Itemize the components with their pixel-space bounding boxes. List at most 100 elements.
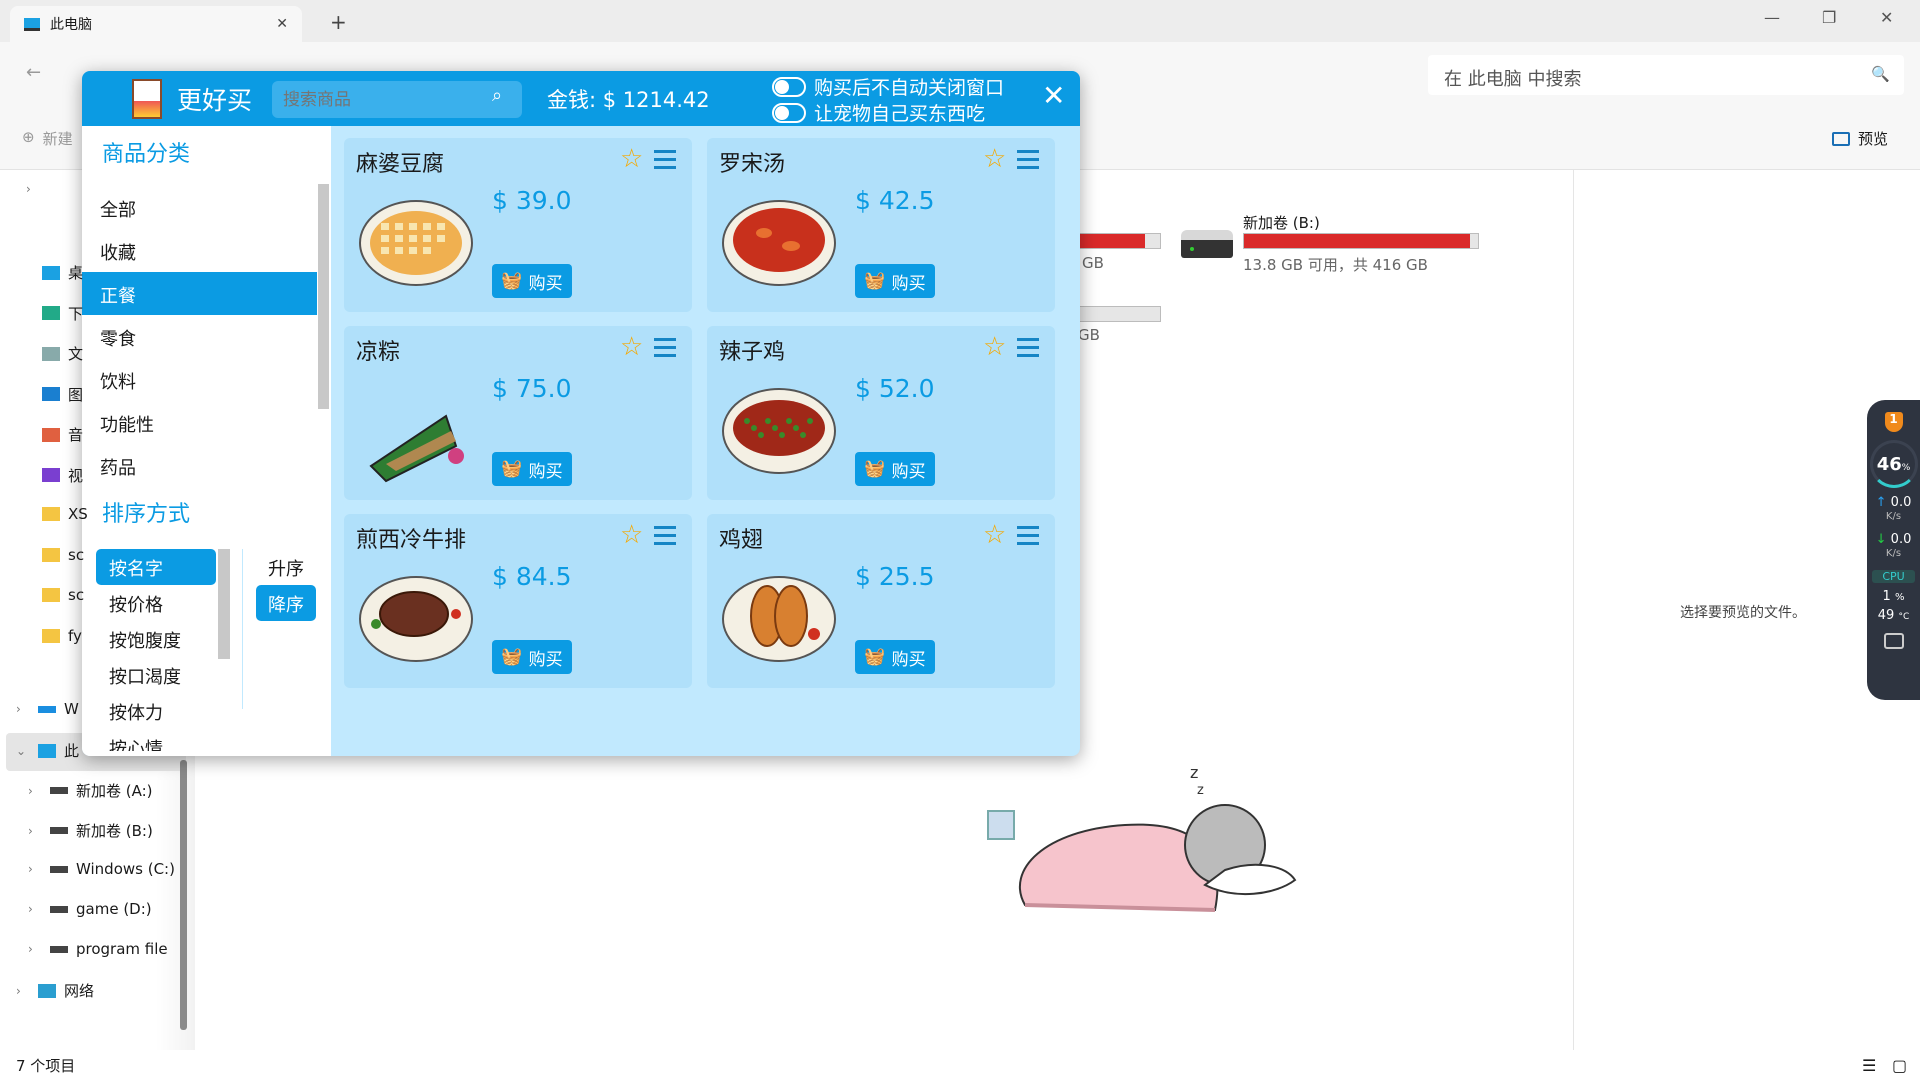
category-item[interactable]: 药品 (82, 444, 317, 487)
sort-option[interactable]: 按心情 (96, 729, 216, 751)
tree-item-label: 新加卷 (A:) (76, 782, 153, 800)
chevron-right-icon[interactable]: › (26, 182, 31, 196)
buy-button[interactable]: 🧺 购买 (855, 452, 935, 486)
tree-item[interactable]: XS (42, 505, 88, 523)
sort-option[interactable]: 按体力 (96, 693, 216, 729)
toggle-label: 购买后不自动关闭窗口 (814, 77, 1005, 99)
sort-option[interactable]: 按口渴度 (96, 657, 216, 693)
close-icon[interactable]: ✕ (1042, 79, 1065, 112)
tree-scrollbar[interactable] (180, 760, 187, 1030)
money-display: 金钱: $ 1214.42 (547, 88, 710, 112)
menu-icon[interactable] (1017, 150, 1039, 174)
chevron-right-icon[interactable]: › (16, 702, 30, 716)
system-monitor-widget[interactable]: 1 46% ↑ 0.0 K/s ↓ 0.0 K/s CPU 1 % 49 °C (1867, 400, 1920, 700)
favorite-star-icon[interactable]: ☆ (983, 520, 1006, 550)
food-image-steak (359, 576, 473, 662)
buy-button[interactable]: 🧺 购买 (492, 264, 572, 298)
tree-item[interactable]: › Windows (C:) (28, 860, 175, 878)
favorite-star-icon[interactable]: ☆ (983, 332, 1006, 362)
menu-icon[interactable] (654, 338, 676, 362)
favorite-star-icon[interactable]: ☆ (620, 520, 643, 550)
tree-item[interactable]: › 网络 (16, 980, 94, 1001)
preview-button[interactable]: 预览 (1832, 128, 1888, 149)
chevron-right-icon[interactable]: › (16, 984, 30, 998)
sleep-z-icon: z (1197, 783, 1204, 798)
sort-option[interactable]: 按名字 (96, 549, 216, 585)
chevron-right-icon[interactable]: › (28, 824, 42, 838)
buy-button[interactable]: 🧺 购买 (855, 640, 935, 674)
shop-search-input[interactable] (272, 81, 522, 118)
chevron-right-icon[interactable]: › (28, 862, 42, 876)
back-button[interactable]: ← (26, 62, 41, 83)
sort-header: 排序方式 (102, 502, 191, 527)
tree-item[interactable]: 图 (42, 384, 83, 405)
cpu-unit: % (1894, 592, 1905, 603)
category-item[interactable]: 零食 (82, 315, 317, 358)
pet-self-buy-toggle[interactable] (772, 103, 806, 123)
badge: 1 (1889, 412, 1898, 426)
close-window-button[interactable]: ✕ (1880, 8, 1893, 27)
search-placeholder: 在 此电脑 中搜索 (1444, 69, 1582, 90)
buy-button[interactable]: 🧺 购买 (492, 452, 572, 486)
category-item[interactable]: 饮料 (82, 358, 317, 401)
category-item[interactable]: 收藏 (82, 229, 317, 272)
order-option[interactable]: 降序 (256, 585, 316, 621)
toggle-label: 让宠物自己买东西吃 (814, 103, 986, 125)
favorite-star-icon[interactable]: ☆ (620, 332, 643, 362)
new-button[interactable]: ⊕ 新建 (22, 128, 73, 149)
tiles-view-icon[interactable]: ▢ (1892, 1056, 1907, 1075)
basket-icon: 🧺 (864, 459, 886, 478)
details-view-icon[interactable]: ☰ (1862, 1056, 1876, 1075)
drive-b-usage-bar (1243, 233, 1479, 249)
tree-item[interactable]: 视 (42, 465, 83, 486)
tree-item[interactable]: sc (42, 546, 84, 564)
tree-item[interactable]: ⌄ 此 (16, 740, 79, 761)
close-tab-icon[interactable]: ✕ (276, 16, 288, 32)
menu-icon[interactable] (1017, 338, 1039, 362)
tree-item[interactable]: 桌 (42, 262, 83, 283)
menu-icon[interactable] (654, 526, 676, 550)
temp-unit: °C (1898, 612, 1910, 622)
tree-item-label: 文 (68, 345, 84, 363)
favorite-star-icon[interactable]: ☆ (620, 144, 643, 174)
category-item[interactable]: 全部 (82, 186, 317, 229)
order-option[interactable]: 升序 (256, 549, 316, 585)
category-scrollbar[interactable] (318, 184, 329, 409)
camera-icon[interactable] (1883, 633, 1904, 649)
sort-option[interactable]: 按价格 (96, 585, 216, 621)
explorer-search-input[interactable]: 在 此电脑 中搜索 🔍 (1428, 55, 1904, 95)
tree-item[interactable]: 音 (42, 424, 83, 445)
tree-item[interactable]: sc (42, 586, 84, 604)
tree-item[interactable]: › W (16, 700, 79, 718)
favorite-star-icon[interactable]: ☆ (983, 144, 1006, 174)
tree-item[interactable]: fy (42, 627, 82, 645)
chevron-down-icon[interactable]: ⌄ (16, 744, 30, 758)
menu-icon[interactable] (1017, 526, 1039, 550)
shop-title: 更好买 (177, 86, 253, 115)
tree-item[interactable]: › game (D:) (28, 900, 152, 918)
minimize-button[interactable]: — (1764, 8, 1780, 27)
search-icon[interactable]: ⌕ (492, 85, 502, 106)
sort-scrollbar[interactable] (218, 549, 230, 659)
drive-b-name[interactable]: 新加卷 (B:) (1243, 212, 1320, 233)
product-name: 凉粽 (356, 340, 401, 365)
tree-item[interactable]: 文 (42, 343, 83, 364)
tree-item[interactable]: › 新加卷 (B:) (28, 820, 153, 841)
sleeping-pet[interactable]: z z (1005, 760, 1305, 915)
chevron-right-icon[interactable]: › (28, 902, 42, 916)
buy-button[interactable]: 🧺 购买 (855, 264, 935, 298)
tree-item[interactable]: › program file (28, 940, 168, 958)
menu-icon[interactable] (654, 150, 676, 174)
tree-item[interactable]: › 新加卷 (A:) (28, 780, 153, 801)
tab-this-pc[interactable]: 此电脑 ✕ (10, 6, 302, 42)
tree-item[interactable]: 下 (42, 303, 83, 324)
new-tab-button[interactable]: + (330, 10, 347, 34)
category-item[interactable]: 正餐 (82, 272, 317, 315)
buy-button[interactable]: 🧺 购买 (492, 640, 572, 674)
chevron-right-icon[interactable]: › (28, 942, 42, 956)
keep-window-open-toggle[interactable] (772, 77, 806, 97)
chevron-right-icon[interactable]: › (28, 784, 42, 798)
restore-button[interactable]: ❐ (1822, 8, 1836, 27)
sort-option[interactable]: 按饱腹度 (96, 621, 216, 657)
category-item[interactable]: 功能性 (82, 401, 317, 444)
